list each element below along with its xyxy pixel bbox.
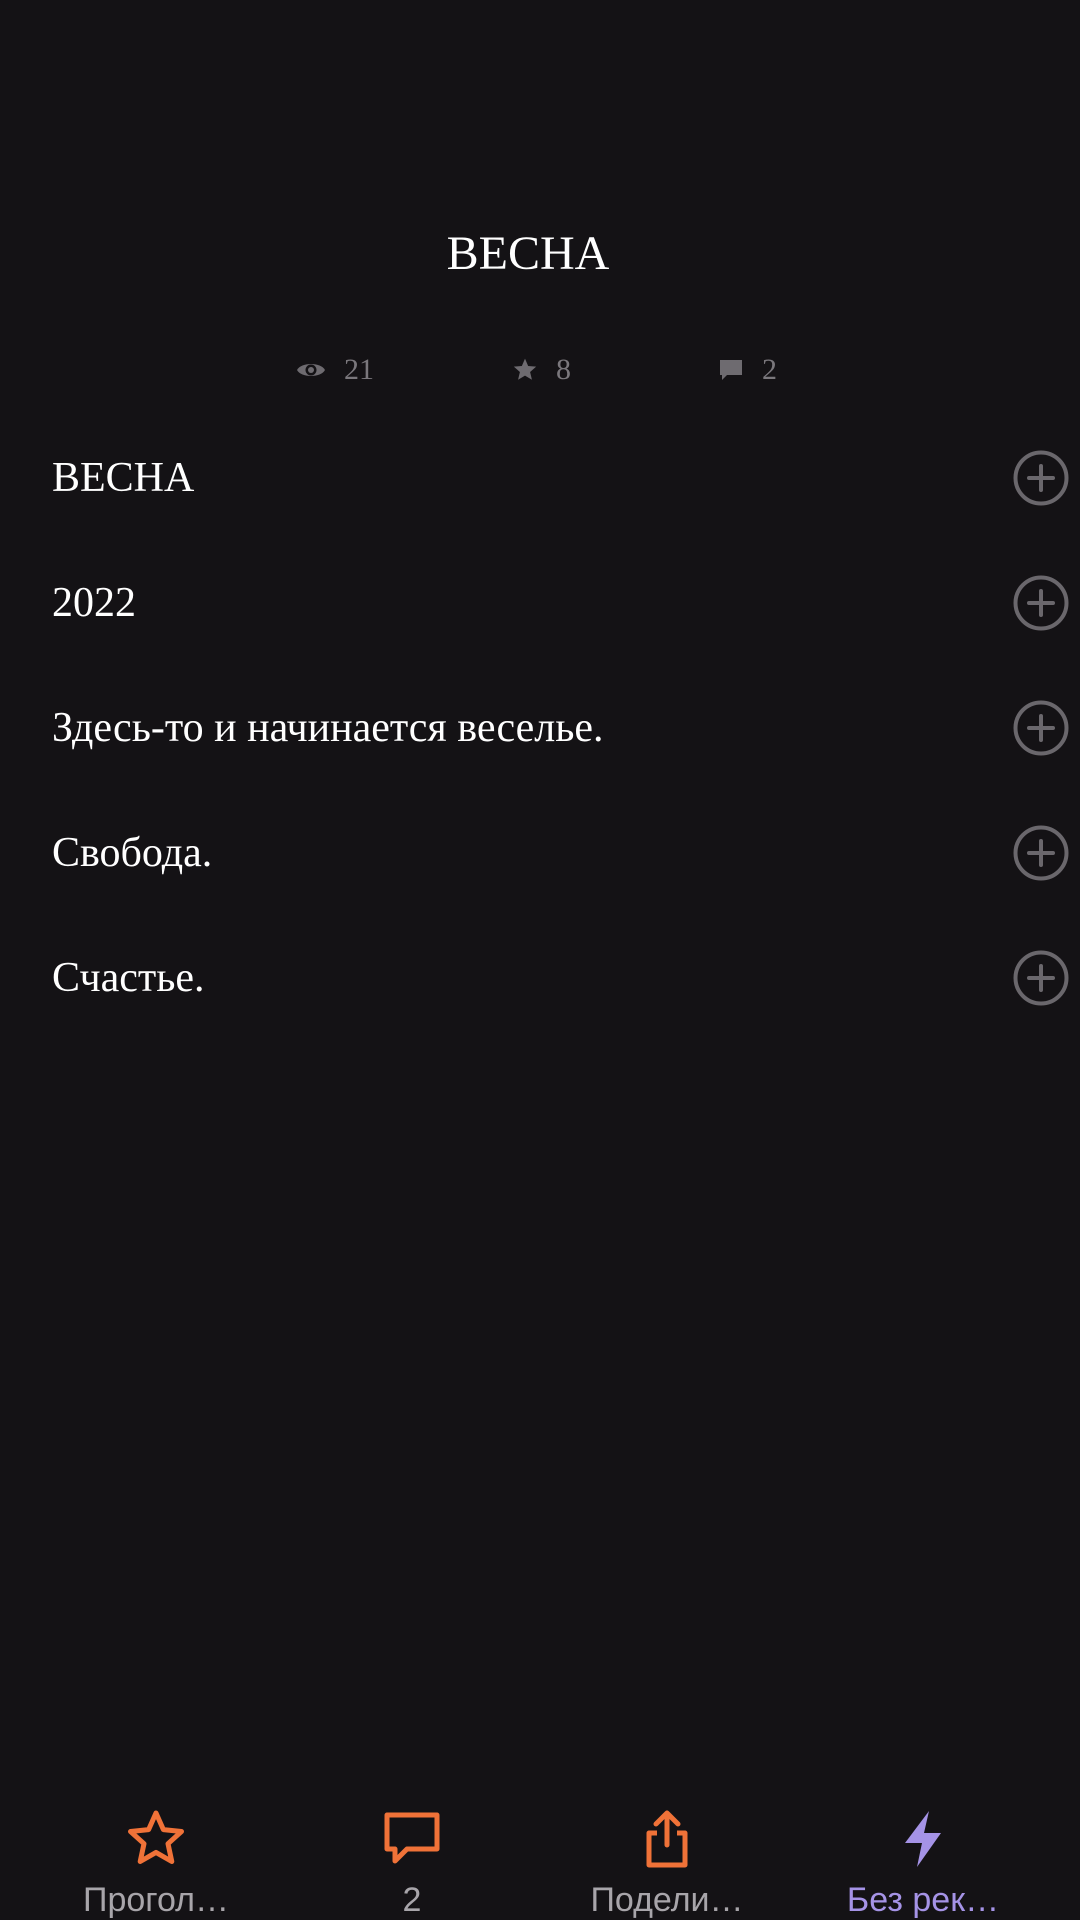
comments-stat: 2 (718, 350, 777, 390)
share-label: Подели… (590, 1881, 744, 1919)
comments-button[interactable]: 2 (277, 1790, 547, 1920)
views-stat: 21 (296, 350, 374, 390)
text-line-content: Свобода. (52, 830, 213, 876)
text-line-content: 2022 (52, 580, 136, 626)
comment-icon (720, 360, 742, 380)
plus-circle-icon[interactable] (1012, 699, 1070, 757)
eye-icon (297, 364, 325, 376)
boost-button[interactable]: Без рек… (788, 1790, 1058, 1920)
plus-circle-icon[interactable] (1012, 949, 1070, 1007)
text-line-content: Счастье. (52, 955, 205, 1001)
lightning-icon (905, 1811, 941, 1867)
text-line-content: Здесь-то и начинается веселье. (52, 705, 604, 751)
plus-circle-icon[interactable] (1012, 824, 1070, 882)
speech-bubble-icon (384, 1812, 440, 1864)
vote-button[interactable]: Прогол… (21, 1790, 291, 1920)
text-line: Свобода. (52, 813, 1080, 893)
star-icon (513, 358, 537, 380)
stars-stat: 8 (512, 350, 571, 390)
text-line: Здесь-то и начинается веселье. (52, 688, 1080, 768)
star-outline-icon (128, 1810, 184, 1864)
views-count: 21 (344, 353, 374, 386)
share-icon (646, 1810, 688, 1868)
text-line-content: ВЕСНА (52, 455, 195, 501)
text-line: ВЕСНА (52, 438, 1080, 518)
vote-label: Прогол… (83, 1881, 229, 1919)
boost-label: Без рек… (846, 1881, 1000, 1919)
plus-circle-icon[interactable] (1012, 449, 1070, 507)
comments-label: 2 (402, 1881, 422, 1919)
plus-circle-icon[interactable] (1012, 574, 1070, 632)
stats-row: 21 8 2 (0, 350, 1080, 390)
share-button[interactable]: Подели… (532, 1790, 802, 1920)
bottom-tab-bar: Прогол… 2 Подели… Без рек… (0, 1790, 1080, 1920)
text-line: 2022 (52, 563, 1080, 643)
page-title: ВЕСНА (446, 227, 610, 280)
text-line: Счастье. (52, 938, 1080, 1018)
stars-count: 8 (556, 353, 571, 386)
comments-count: 2 (762, 353, 777, 386)
